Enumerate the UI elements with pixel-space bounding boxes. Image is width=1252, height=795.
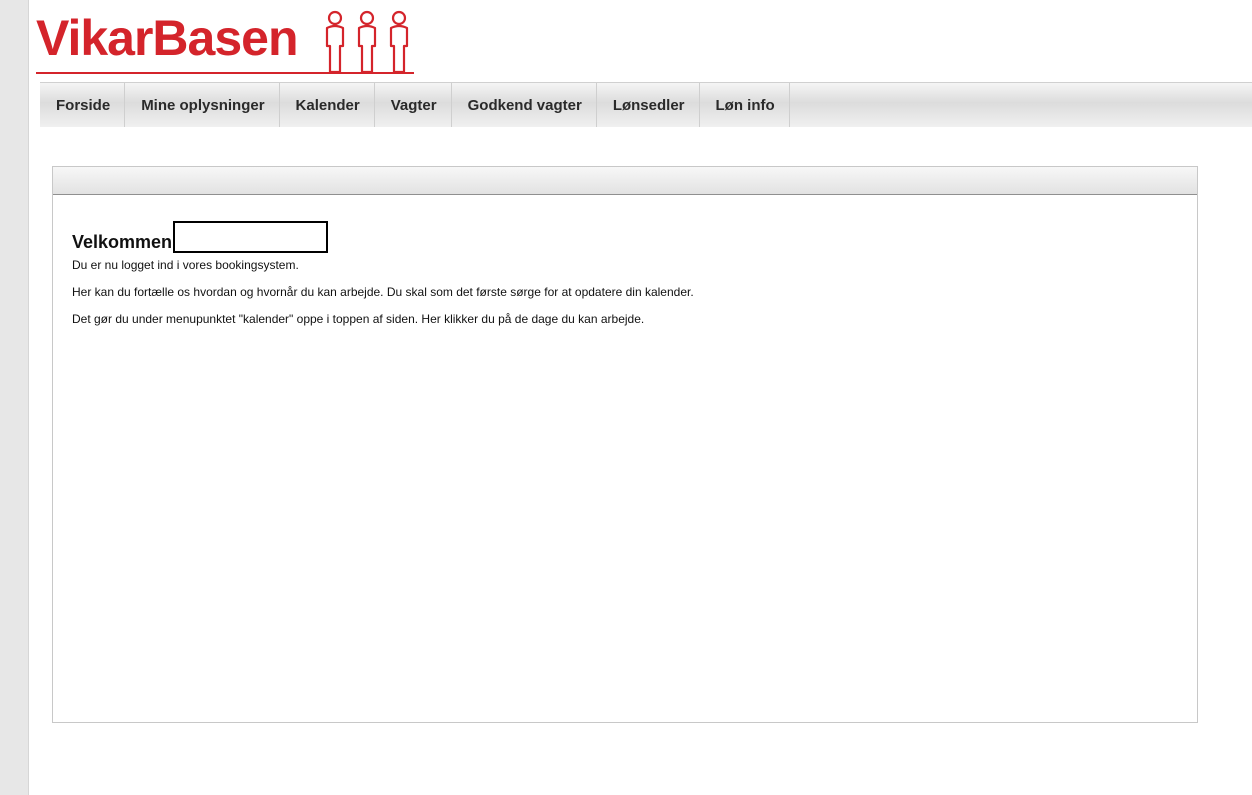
user-name-box [173,221,329,253]
panel-header [53,167,1197,195]
left-edge-strip [0,0,29,795]
logo-text: VikarBasen [36,10,298,66]
people-figures-icon [325,10,409,74]
welcome-title: Velkommen [72,232,173,252]
intro-paragraph-3: Det gør du under menupunktet "kalender" … [72,312,645,326]
welcome-heading: Velkommen [72,215,1178,253]
vikarbasen-logo[interactable]: VikarBasen [36,8,416,78]
logo-underline [36,72,414,74]
intro-paragraph-2: Her kan du fortælle os hvordan og hvornå… [72,285,694,299]
main-navigation: Forside Mine oplysninger Kalender Vagter… [40,82,1252,127]
nav-item-lon-info[interactable]: Løn info [700,83,790,127]
nav-item-kalender[interactable]: Kalender [280,83,375,127]
nav-item-vagter[interactable]: Vagter [375,83,452,127]
nav-item-mine-oplysninger[interactable]: Mine oplysninger [125,83,280,127]
nav-item-forside[interactable]: Forside [40,83,126,127]
content-panel: Velkommen Du er nu logget ind i vores bo… [52,166,1198,723]
nav-item-godkend-vagter[interactable]: Godkend vagter [452,83,597,127]
intro-paragraph-1: Du er nu logget ind i vores bookingsyste… [72,258,299,272]
nav-item-lonsedler[interactable]: Lønsedler [597,83,700,127]
panel-body: Velkommen Du er nu logget ind i vores bo… [53,195,1197,359]
nav-list: Forside Mine oplysninger Kalender Vagter… [40,83,1252,127]
